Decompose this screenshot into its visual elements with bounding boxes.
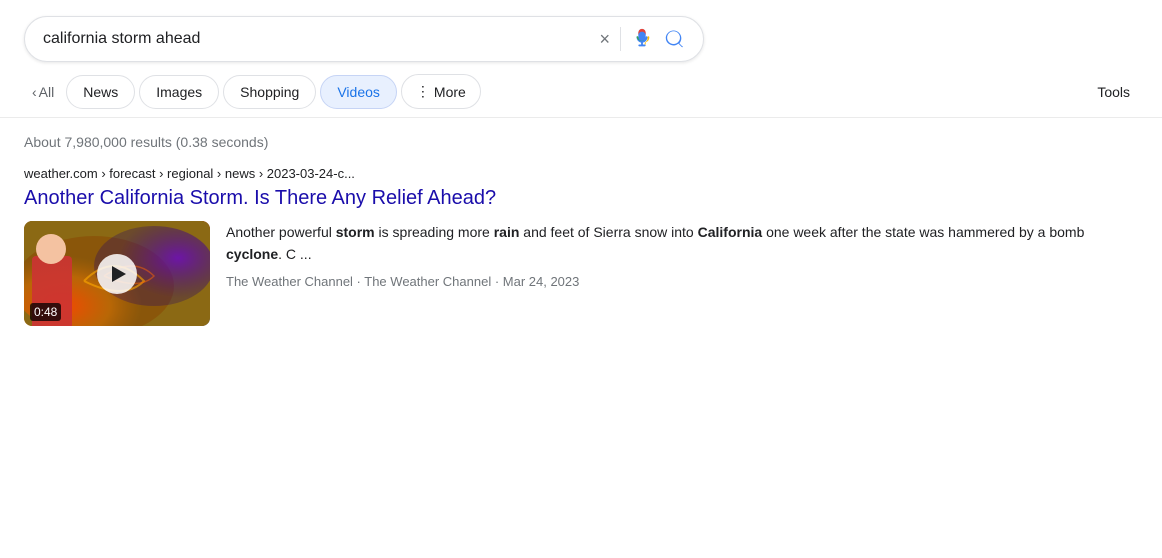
tab-videos-label: Videos (337, 84, 380, 100)
tab-news-label: News (83, 84, 118, 100)
tab-shopping[interactable]: Shopping (223, 75, 316, 109)
result-item: weather.com › forecast › regional › news… (0, 158, 1162, 342)
tab-shopping-label: Shopping (240, 84, 299, 100)
clear-icon[interactable]: × (599, 29, 610, 50)
search-box: × (24, 16, 704, 62)
video-duration: 0:48 (30, 303, 61, 321)
result-snippet: Another powerful storm is spreading more… (226, 221, 1138, 289)
search-bar-area: × (0, 0, 1162, 74)
results-info: About 7,980,000 results (0.38 seconds) (0, 118, 1162, 158)
more-dots-icon: ⋮ (416, 83, 430, 100)
tab-back-all[interactable]: ‹ All (24, 78, 62, 106)
result-title[interactable]: Another California Storm. Is There Any R… (24, 185, 1138, 211)
mic-icon[interactable] (631, 28, 653, 50)
tab-images[interactable]: Images (139, 75, 219, 109)
video-thumbnail[interactable]: 0:48 (24, 221, 210, 326)
presenter-head (36, 234, 66, 264)
search-divider (620, 27, 621, 51)
search-input[interactable] (43, 30, 589, 48)
tab-videos[interactable]: Videos (320, 75, 397, 109)
tab-images-label: Images (156, 84, 202, 100)
tab-all-label: All (39, 84, 55, 100)
snippet-text: Another powerful storm is spreading more… (226, 221, 1138, 266)
result-url: weather.com › forecast › regional › news… (24, 166, 1138, 181)
play-triangle-icon (112, 266, 126, 282)
tab-news[interactable]: News (66, 75, 135, 109)
tabs-area: ‹ All News Images Shopping Videos ⋮ More… (0, 74, 1162, 118)
tools-button[interactable]: Tools (1089, 78, 1138, 106)
tab-more-label: More (434, 84, 466, 100)
result-meta: The Weather Channel · The Weather Channe… (226, 274, 1138, 289)
search-icon[interactable] (663, 28, 685, 50)
back-arrow-icon: ‹ (32, 84, 37, 100)
tab-more[interactable]: ⋮ More (401, 74, 481, 109)
result-body: 0:48 Another powerful storm is spreading… (24, 221, 1138, 326)
video-play-button[interactable] (97, 254, 137, 294)
